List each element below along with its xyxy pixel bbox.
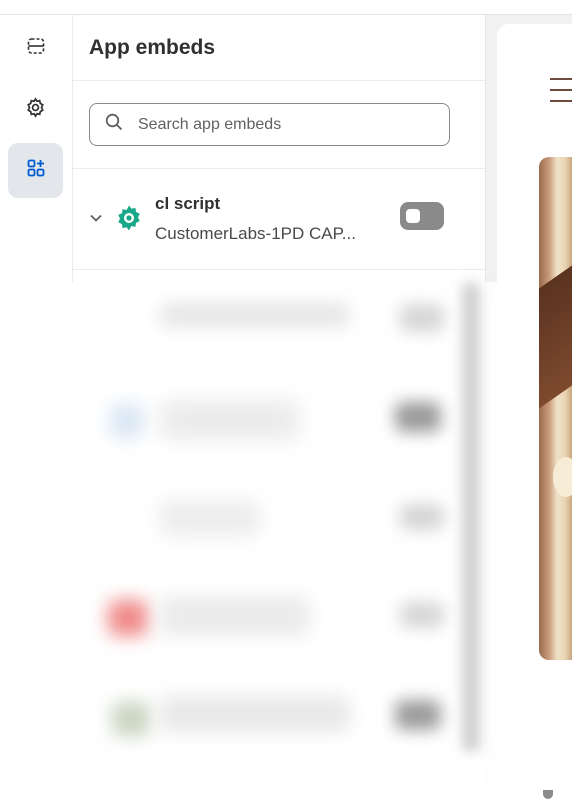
rail-app-embeds-button[interactable] [8,143,63,198]
menu-icon[interactable] [550,78,572,111]
apps-add-icon [26,158,46,183]
embed-row-cl-script[interactable]: cl script CustomerLabs-1PD CAP... [73,169,485,270]
toggle-knob [406,209,420,223]
rail-settings-button[interactable] [8,82,63,137]
search-section [73,81,485,169]
hero-image [539,157,572,660]
panel-title: App embeds [89,35,216,59]
search-box[interactable] [89,103,450,146]
panel-header: App embeds [73,15,485,81]
embed-subtitle: CustomerLabs-1PD CAP... [155,224,356,243]
top-bar [0,0,572,15]
search-input[interactable] [136,114,420,135]
chevron-down-icon[interactable] [89,211,103,230]
embed-title: cl script [155,194,221,213]
sections-icon [26,36,46,61]
gear-icon [25,96,46,123]
embed-toggle[interactable] [400,202,444,230]
gear-badge-icon [115,204,143,232]
blurred-region [50,282,522,790]
search-icon [104,112,124,137]
rail-sections-button[interactable] [8,21,63,76]
